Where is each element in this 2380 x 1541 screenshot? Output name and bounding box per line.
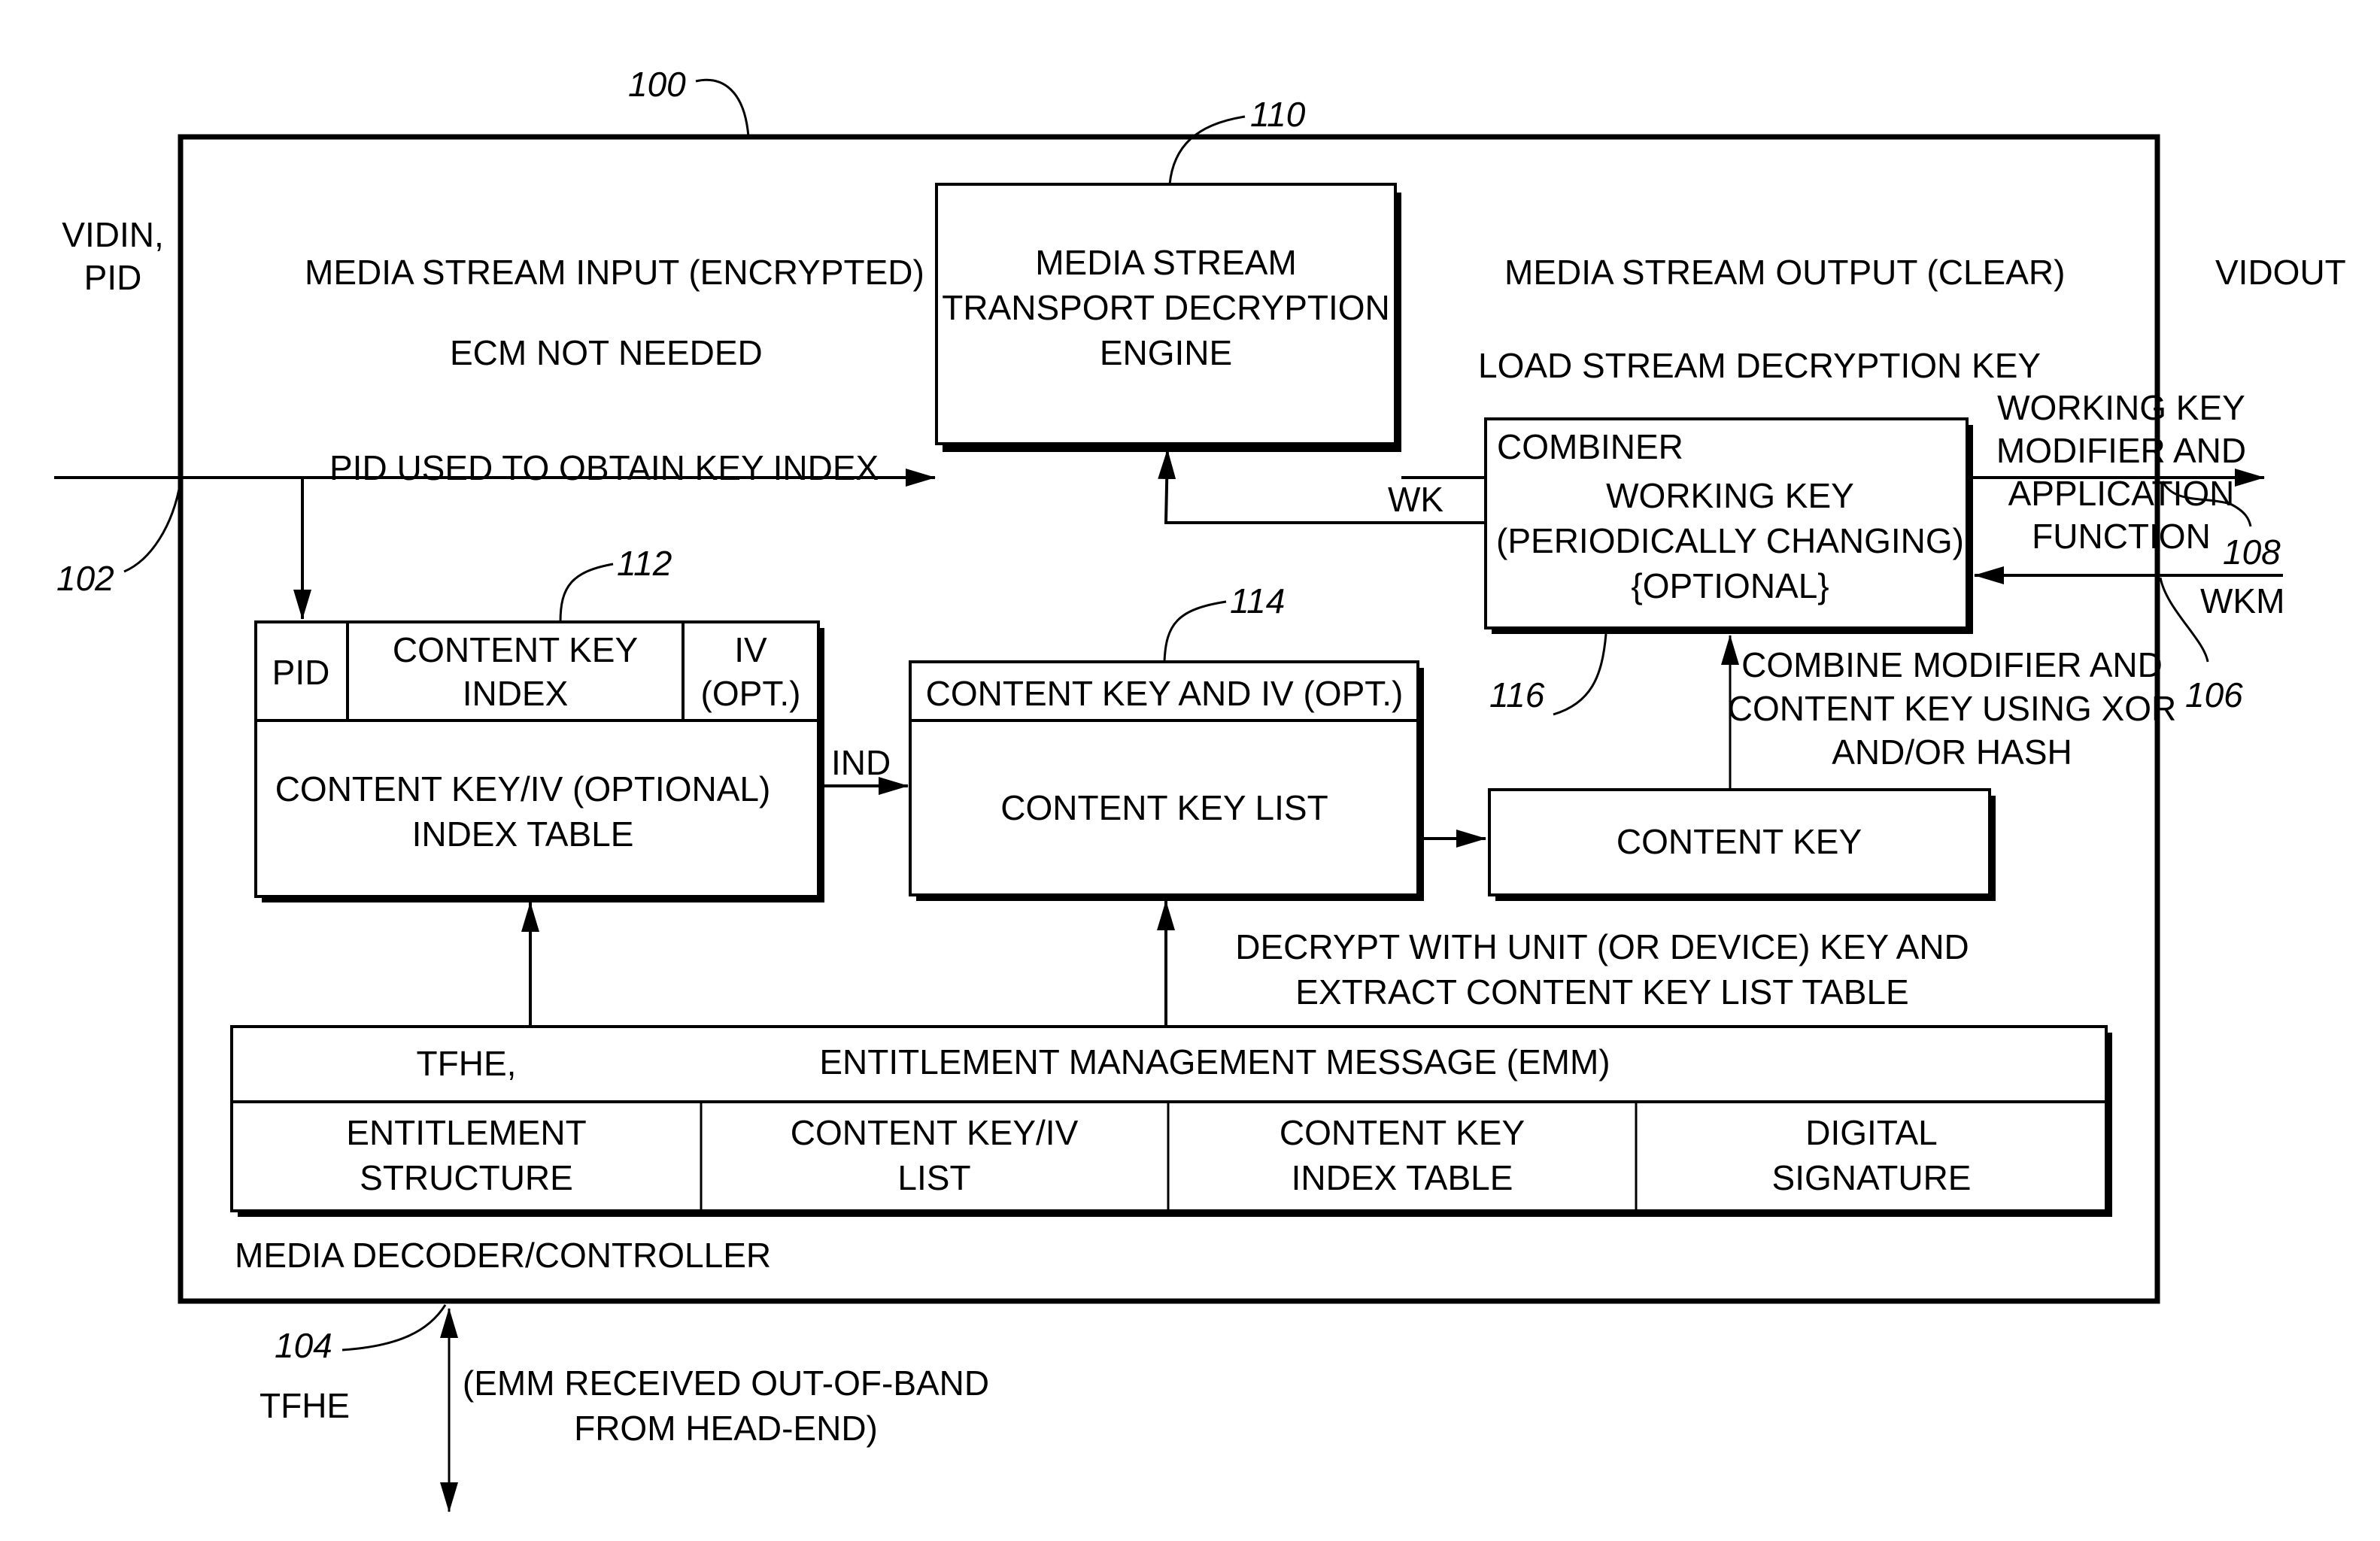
decryption-engine: MEDIA STREAM TRANSPORT DECRYPTION ENGINE… — [935, 95, 1401, 452]
emm-cell-2-line-2: LIST — [897, 1158, 970, 1197]
emm-cell-3-line-2: INDEX TABLE — [1292, 1158, 1513, 1197]
ref-116: 116 — [1489, 675, 1545, 714]
combine-note: COMBINE MODIFIER AND CONTENT KEY USING X… — [1721, 635, 2176, 790]
emm-cell-1-line-1: ENTITLEMENT — [346, 1113, 586, 1152]
leader-110 — [1168, 115, 1246, 185]
ref-112: 112 — [617, 544, 672, 583]
combiner-line-1: WORKING KEY — [1606, 476, 1854, 515]
wkm-desc-2: MODIFIER AND — [1996, 431, 2246, 470]
ecm-note: ECM NOT NEEDED — [450, 333, 763, 372]
ref-110: 110 — [1250, 95, 1306, 134]
combiner-line-3: {OPTIONAL} — [1631, 566, 1829, 605]
leader-104 — [342, 1304, 447, 1351]
decrypt-note-2: EXTRACT CONTENT KEY LIST TABLE — [1295, 972, 1908, 1012]
leader-100 — [695, 78, 750, 138]
leader-102 — [123, 481, 182, 573]
engine-line-1: MEDIA STREAM — [1035, 243, 1297, 282]
wkm-label: WKM — [2200, 581, 2284, 620]
leader-112 — [559, 563, 614, 623]
combiner-line-2: (PERIODICALLY CHANGING) — [1496, 521, 1964, 560]
engine-line-2: TRANSPORT DECRYPTION — [942, 288, 1390, 327]
index-header-cki-1: CONTENT KEY — [393, 630, 638, 669]
emm-table: TFHE, ENTITLEMENT MANAGEMENT MESSAGE (EM… — [230, 1025, 2112, 1217]
ckl-header: CONTENT KEY AND IV (OPT.) — [926, 674, 1404, 713]
ref-104: 104 — [275, 1326, 332, 1365]
ref-100: 100 — [628, 65, 686, 104]
pid-note-text: PID USED TO OBTAIN KEY INDEX — [329, 448, 879, 487]
content-key-list: CONTENT KEY AND IV (OPT.) CONTENT KEY LI… — [909, 581, 1486, 901]
tfhe-label: TFHE — [260, 1386, 350, 1425]
wkm-desc-1: WORKING KEY — [1997, 388, 2245, 427]
index-header-cki-2: INDEX — [463, 674, 569, 713]
media-stream-output-label: MEDIA STREAM OUTPUT (CLEAR) — [1504, 253, 2065, 292]
emm-header-prefix: TFHE, — [417, 1044, 517, 1083]
wkm-desc-4: FUNCTION — [2032, 517, 2211, 556]
emm-header: ENTITLEMENT MANAGEMENT MESSAGE (EMM) — [819, 1042, 1610, 1081]
index-table: PID CONTENT KEY INDEX IV (OPT.) CONTENT … — [254, 544, 909, 902]
vidin-label-1: VIDIN, — [62, 215, 163, 254]
index-body-2: INDEX TABLE — [412, 814, 634, 854]
vidin-label-2: PID — [84, 258, 142, 297]
ck-label: CONTENT KEY — [1617, 822, 1862, 861]
decrypt-note-1: DECRYPT WITH UNIT (OR DEVICE) KEY AND — [1235, 927, 1969, 966]
emm-cell-3-line-1: CONTENT KEY — [1280, 1113, 1525, 1152]
emm-cell-1-line-2: STRUCTURE — [360, 1158, 573, 1197]
emm-cell-4-line-2: SIGNATURE — [1772, 1158, 1972, 1197]
media-stream-input: VIDIN, PID 102 MEDIA STREAM INPUT (ENCRY… — [54, 215, 936, 620]
leader-116 — [1553, 633, 1607, 716]
ckl-body: CONTENT KEY LIST — [1000, 788, 1328, 827]
ref-108: 108 — [2223, 532, 2281, 572]
block-diagram: MEDIA DECODER/CONTROLLER 100 VIDIN, PID … — [54, 65, 2346, 1512]
combine-note-2: CONTENT KEY USING XOR — [1728, 689, 2176, 728]
decrypt-note: DECRYPT WITH UNIT (OR DEVICE) KEY AND EX… — [1235, 927, 1969, 1012]
wkm-desc-3: APPLICATION — [2008, 474, 2235, 513]
index-header-pid: PID — [272, 653, 330, 692]
emm-cell-4-line-1: DIGITAL — [1805, 1113, 1938, 1152]
load-key-note: LOAD STREAM DECRYPTION KEY — [1478, 346, 2041, 385]
media-stream-input-label: MEDIA STREAM INPUT (ENCRYPTED) — [305, 253, 924, 292]
ref-102: 102 — [56, 559, 114, 598]
combine-note-3: AND/OR HASH — [1832, 733, 2072, 772]
index-body-1: CONTENT KEY/IV (OPTIONAL) — [275, 769, 771, 808]
vidout-label: VIDOUT — [2215, 253, 2346, 292]
ref-106: 106 — [2185, 675, 2243, 714]
tfhe-note-1: (EMM RECEIVED OUT-OF-BAND — [463, 1364, 989, 1403]
content-key: CONTENT KEY — [1488, 788, 1996, 901]
ind-label: IND — [831, 743, 891, 782]
emm-cell-2-line-1: CONTENT KEY/IV — [791, 1113, 1079, 1152]
engine-line-3: ENGINE — [1100, 333, 1232, 372]
outer-block-label: MEDIA DECODER/CONTROLLER — [235, 1236, 771, 1275]
index-header-iv-2: (OPT.) — [701, 674, 801, 713]
tfhe-link: 104 TFHE (EMM RECEIVED OUT-OF-BAND FROM … — [260, 1304, 989, 1512]
index-header-iv-1: IV — [734, 630, 767, 669]
wk-label: WK — [1388, 480, 1443, 519]
tfhe-note-2: FROM HEAD-END) — [574, 1409, 878, 1448]
combiner-title: COMBINER — [1497, 427, 1683, 466]
ref-114: 114 — [1230, 581, 1285, 620]
combine-note-1: COMBINE MODIFIER AND — [1741, 645, 2163, 684]
leader-114 — [1163, 600, 1227, 663]
